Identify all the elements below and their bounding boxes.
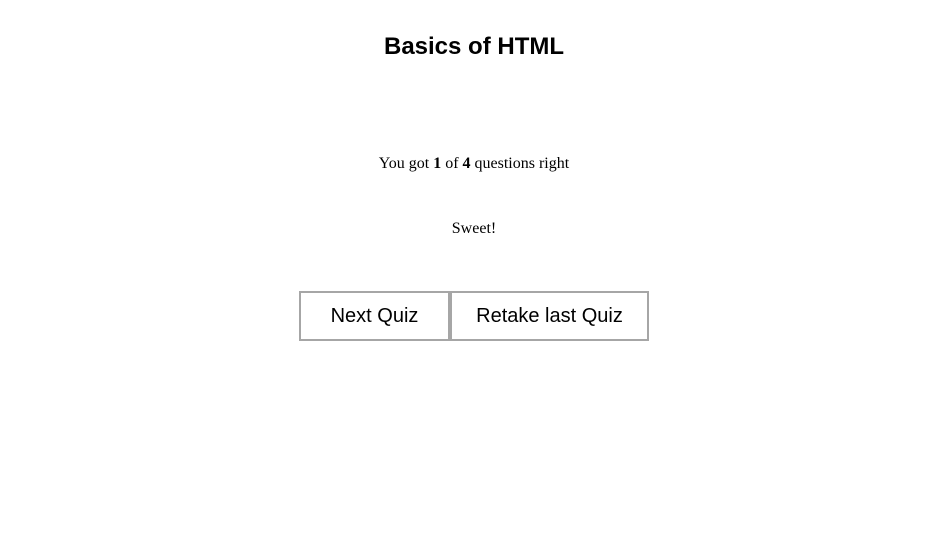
score-of: of <box>445 155 459 172</box>
score-prefix: You got <box>378 155 430 172</box>
page-title: Basics of HTML <box>383 33 565 60</box>
quiz-actions: Next Quiz Retake last Quiz <box>299 291 649 341</box>
score-total-count: 4 <box>462 155 471 172</box>
next-quiz-button[interactable]: Next Quiz <box>299 291 450 341</box>
feedback-message: Sweet! <box>451 220 497 237</box>
score-summary: You got 1 of 4 questions right <box>0 154 948 174</box>
score-suffix: questions right <box>474 155 570 172</box>
score-correct-count: 1 <box>433 155 442 172</box>
retake-quiz-button[interactable]: Retake last Quiz <box>450 291 649 341</box>
